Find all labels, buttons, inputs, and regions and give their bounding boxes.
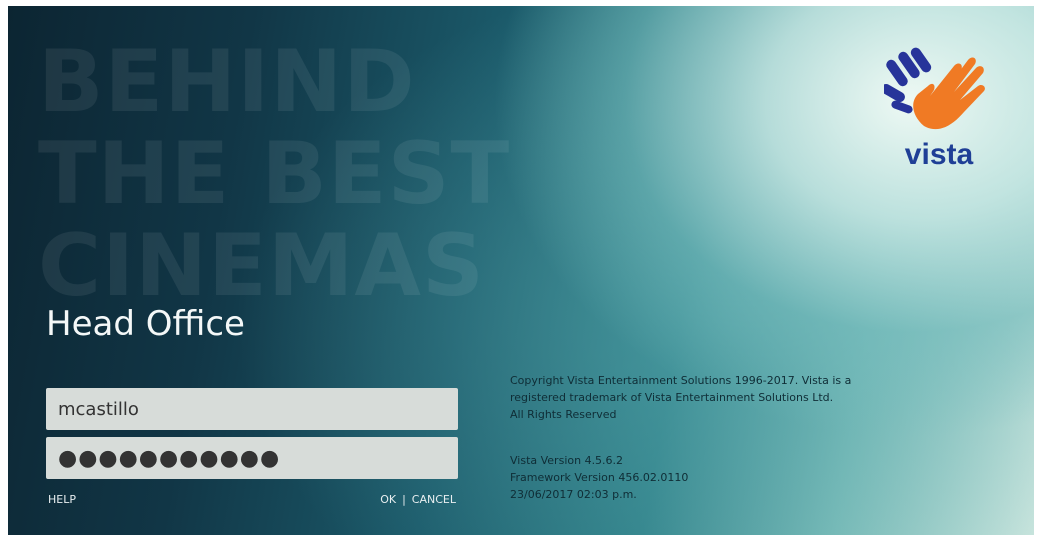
vista-wordmark: vista — [904, 138, 974, 171]
actions-separator: | — [402, 493, 406, 506]
build-datetime: 23/06/2017 02:03 p.m. — [510, 488, 637, 501]
username-field[interactable] — [46, 388, 458, 430]
vista-logo: vista — [881, 46, 1004, 176]
app-title: Head Office — [46, 304, 245, 344]
framework-version: Framework Version 456.02.0110 — [510, 471, 689, 484]
copyright-line: registered trademark of Vista Entertainm… — [510, 391, 834, 404]
login-window: BEHIND THE BEST CINEMAS vista Head Office … — [8, 6, 1034, 535]
copyright-notice: Copyright Vista Entertainment Solutions … — [510, 372, 851, 423]
vista-hands-icon — [881, 47, 985, 130]
help-link[interactable]: HELP — [48, 493, 76, 506]
password-field[interactable] — [46, 437, 458, 479]
copyright-line: Copyright Vista Entertainment Solutions … — [510, 374, 852, 387]
copyright-line: All Rights Reserved — [510, 408, 617, 421]
dialog-actions: OK | CANCEL — [338, 493, 456, 506]
background-slogan: BEHIND THE BEST CINEMAS — [38, 36, 510, 312]
slogan-line-1: BEHIND — [38, 32, 416, 132]
version-info: Vista Version 4.5.6.2 Framework Version … — [510, 452, 688, 503]
ok-button[interactable]: OK — [380, 493, 396, 506]
vista-version: Vista Version 4.5.6.2 — [510, 454, 624, 467]
cancel-button[interactable]: CANCEL — [412, 493, 456, 506]
slogan-line-3: CINEMAS — [38, 216, 485, 316]
slogan-line-2: THE BEST — [38, 124, 511, 224]
